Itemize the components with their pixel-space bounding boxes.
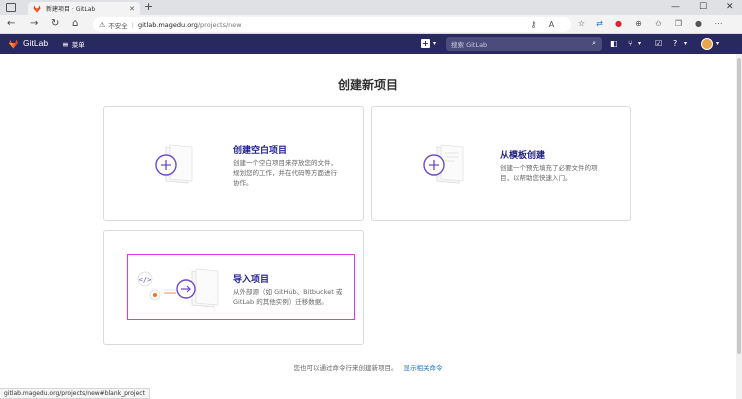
scrollbar[interactable] [736, 54, 742, 399]
tab-close-icon[interactable]: ✕ [129, 5, 135, 13]
chevron-down-icon[interactable]: ▾ [716, 40, 719, 47]
user-avatar-icon[interactable]: ● [693, 18, 704, 29]
description-line: 从外部源（如 GitHub、Bitbucket 或 [233, 288, 343, 296]
new-plus-icon[interactable]: + [421, 39, 430, 48]
new-tab-button[interactable]: + [144, 1, 153, 13]
svg-text:</>: </> [139, 276, 152, 284]
import-document-icon: </> [137, 268, 219, 308]
menu-label: 菜单 [71, 41, 85, 49]
description-line: 协作。 [233, 179, 253, 187]
card-description: 从外部源（如 GitHub、Bitbucket 或 GitLab 的其他实例）迁… [233, 287, 342, 307]
blank-project-card[interactable]: 创建空白项目 创建一个空白项目来存放您的文件， 规划您的工作，并在代码等方面进行… [103, 106, 364, 221]
description-line: 创建一个预先填充了必要文件的项 [500, 164, 598, 172]
url-host: gitlab.magedu.org [137, 20, 198, 29]
maximize-button[interactable]: ☐ [699, 1, 707, 13]
url-separator: | [131, 20, 134, 29]
menu-button[interactable]: ≡ 菜单 [62, 39, 85, 50]
profile-extension-icon[interactable]: ● [613, 18, 624, 29]
more-icon[interactable]: ⋯ [713, 18, 724, 29]
description-line: 创建一个空白项目来存放您的文件， [233, 159, 337, 167]
browser-tab-title: 新建项目 · GitLab [46, 6, 96, 13]
chevron-down-icon[interactable]: ▾ [433, 40, 436, 47]
warning-icon: ⚠ [99, 20, 106, 29]
card-description: 创建一个预先填充了必要文件的项 目，以帮助您快速入门。 [500, 163, 598, 183]
collections-icon[interactable]: ❐ [673, 18, 684, 29]
gitlab-header: GitLab ≡ 菜单 + ▾ 搜索 GitLab ⌕ ◧ ⑂ ▾ ☑ ? ▾ … [0, 34, 742, 54]
card-title: 创建空白项目 [233, 146, 288, 156]
tab-actions-icon[interactable] [6, 3, 16, 12]
close-window-button[interactable]: ✕ [726, 1, 734, 13]
favorites-icon[interactable]: ✩ [653, 18, 664, 29]
gitlab-brand[interactable]: GitLab [23, 38, 48, 48]
card-title: 从模板创建 [500, 151, 546, 161]
extension-icon[interactable]: ☆ [576, 18, 587, 29]
merge-requests-icon[interactable]: ⑂ [628, 39, 633, 49]
gitlab-favicon-icon [33, 4, 41, 13]
chevron-down-icon[interactable]: ▾ [684, 40, 687, 47]
search-icon: ⌕ [592, 39, 596, 47]
puzzle-icon[interactable]: ⊕ [633, 18, 644, 29]
card-title: 导入项目 [233, 275, 270, 285]
back-icon[interactable]: ← [7, 18, 15, 30]
help-icon[interactable]: ? [673, 39, 677, 49]
cli-hint-text: 您也可以通过命令行来创建新项目。 [293, 364, 398, 372]
status-bar-url: gitlab.magedu.org/projects/new#blank_pro… [0, 388, 150, 399]
page-title: 创建新项目 [337, 78, 398, 92]
home-icon[interactable]: ⌂ [72, 18, 78, 30]
browser-tab[interactable]: 新建项目 · GitLab ✕ [28, 2, 140, 15]
search-placeholder: 搜索 GitLab [451, 41, 488, 49]
scrollbar-thumb[interactable] [737, 58, 741, 354]
key-icon[interactable]: ⚷ [528, 19, 539, 30]
minimize-button[interactable]: — [671, 1, 680, 13]
description-line: 目，以帮助您快速入门。 [500, 174, 572, 182]
description-line: 规划您的工作，并在代码等方面进行 [233, 169, 337, 177]
avatar[interactable] [701, 38, 713, 50]
cli-hint: 您也可以通过命令行来创建新项目。 显示相关命令 [0, 362, 736, 372]
show-commands-link[interactable]: 显示相关命令 [404, 364, 443, 372]
chevron-down-icon[interactable]: ▾ [638, 40, 641, 47]
browser-tab-bar: 新建项目 · GitLab ✕ + — ☐ ✕ [0, 0, 742, 15]
security-label: 不安全 [108, 21, 128, 30]
template-project-card[interactable]: 从模板创建 创建一个预先填充了必要文件的项 目，以帮助您快速入门。 [371, 106, 631, 221]
todo-icon[interactable]: ☑ [655, 39, 662, 49]
browser-toolbar: ← → ↻ ⌂ ⚠ 不安全 | gitlab.magedu.org /proje… [0, 15, 742, 34]
hamburger-icon: ≡ [62, 39, 69, 49]
template-document-icon [423, 144, 464, 184]
refresh-icon[interactable]: ↻ [51, 18, 59, 30]
description-line: GitLab 的其他实例）迁移数据。 [233, 298, 328, 306]
issues-icon[interactable]: ◧ [610, 39, 618, 49]
read-aloud-icon[interactable]: A [546, 19, 557, 30]
url-path: /projects/new [197, 20, 242, 29]
forward-icon[interactable]: → [30, 18, 38, 30]
gitlab-logo-icon[interactable] [8, 39, 19, 49]
address-bar[interactable]: ⚠ 不安全 | gitlab.magedu.org /projects/new … [93, 17, 571, 32]
import-project-card[interactable]: </> 导入项目 从外部源（如 GitHub、Bitbucket 或 GitLa… [103, 230, 364, 345]
search-input[interactable]: 搜索 GitLab ⌕ [446, 37, 602, 51]
translate-icon[interactable]: ⇄ [594, 18, 605, 29]
card-description: 创建一个空白项目来存放您的文件， 规划您的工作，并在代码等方面进行 协作。 [233, 158, 337, 188]
plus-document-icon [155, 144, 193, 184]
